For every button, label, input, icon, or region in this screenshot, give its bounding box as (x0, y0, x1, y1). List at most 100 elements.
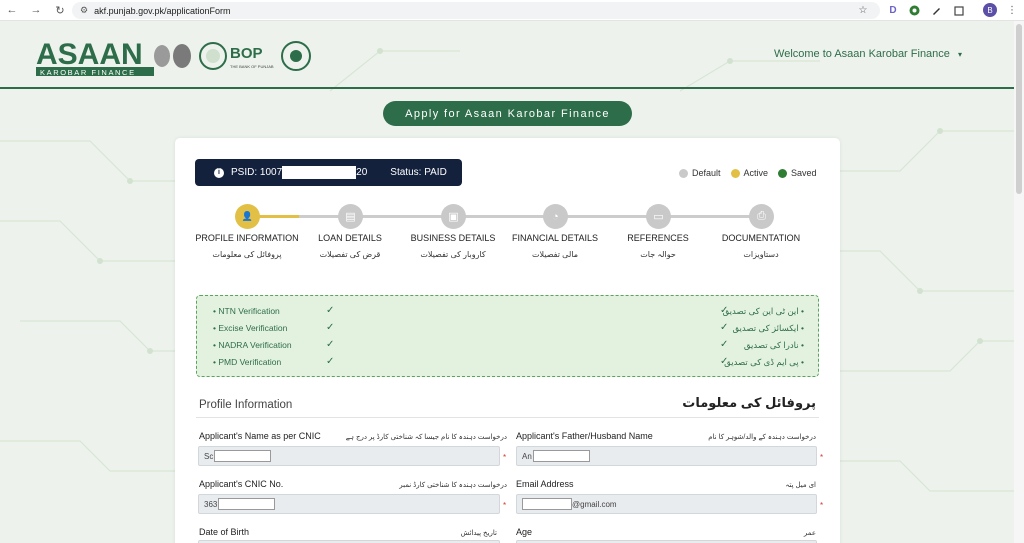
svg-text:BOP: BOP (230, 45, 263, 62)
psid-status-bar: i PSID: 1007 20 Status: PAID (195, 159, 462, 186)
email-input[interactable]: @gmail.com (516, 494, 817, 514)
svg-text:THE BANK OF PUNJAB: THE BANK OF PUNJAB (230, 64, 274, 69)
applicant-name-input[interactable]: Sc (198, 446, 500, 466)
step-documentation-label[interactable]: DOCUMENTATION (722, 233, 800, 243)
father-name-value: An (522, 451, 532, 461)
cnic-label-urdu: درخواست دہندہ کا شناختی کارڈ نمبر (399, 482, 507, 489)
url-text: akf.punjab.gov.pk/applicationForm (94, 5, 231, 16)
address-bar[interactable]: ⚙ akf.punjab.gov.pk/applicationForm (72, 2, 880, 19)
pmd-verification-label: PMD Verification (218, 357, 282, 367)
email-redaction (522, 498, 572, 510)
name-label-urdu: درخواست دہندہ کا نام جیسا کہ شناختی کارڈ… (345, 434, 507, 441)
cnic-label: Applicant's CNIC No. (199, 479, 284, 489)
comment-icon: ▭ (653, 211, 664, 223)
age-label-urdu: عمر (803, 530, 816, 537)
step-references-circle[interactable]: ▭ (646, 204, 671, 229)
status-legend: Default Active Saved (669, 168, 817, 178)
chevron-down-icon: ▾ (957, 50, 962, 59)
application-form-card: i PSID: 1007 20 Status: PAID Default Act… (175, 138, 840, 543)
father-name-label: Applicant's Father/Husband Name (516, 431, 653, 441)
verification-row: • NTN Verification ✓ ✓ • این ٹی این کی ت… (197, 305, 820, 320)
step-profile-circle[interactable]: 👤 (235, 204, 260, 229)
required-marker: * (503, 453, 507, 462)
nadra-verification-urdu: نادرا کی تصدیق (743, 340, 799, 350)
step-references-label[interactable]: REFERENCES (627, 233, 689, 243)
bullet-icon: • (213, 340, 216, 350)
cnic-input[interactable]: 363 (198, 494, 500, 514)
section-title: Profile Information (199, 399, 293, 411)
required-marker: * (820, 501, 824, 510)
svg-text:ASAAN: ASAAN (36, 38, 143, 71)
check-icon: ✓ (326, 322, 335, 333)
legend-default-dot (679, 168, 688, 178)
site-header: ASAAN KAROBAR FINANCE BOP THE BANK OF PU… (0, 21, 1014, 89)
extension-green-icon[interactable] (907, 3, 921, 17)
back-icon[interactable]: ← (4, 4, 20, 16)
step-financial-circle[interactable]: ◔ (543, 204, 568, 229)
check-icon: ✓ (326, 305, 335, 316)
step-financial-urdu: مالی تفصیلات (532, 250, 578, 259)
excise-verification-label: Excise Verification (218, 323, 288, 333)
page-scrollbar[interactable] (1014, 21, 1024, 543)
browser-menu-icon[interactable]: ⋮ (1005, 3, 1019, 17)
section-title-urdu: پروفائل کی معلومات (682, 395, 816, 410)
user-icon: 👤 (241, 211, 254, 221)
step-documentation-circle[interactable]: ⎙ (749, 204, 774, 229)
stepper-track (247, 215, 762, 218)
cnic-redaction (218, 498, 276, 510)
step-profile-label[interactable]: PROFILE INFORMATION (195, 233, 298, 243)
pmd-verification-urdu: پی ایم ڈی کی تصدیق (724, 357, 799, 367)
legend-active-label: Active (743, 168, 769, 178)
welcome-text: Welcome to Asaan Karobar Finance (774, 48, 950, 60)
father-name-input[interactable]: An (516, 446, 817, 466)
step-financial-label[interactable]: FINANCIAL DETAILS (512, 233, 598, 243)
ntn-verification-label: NTN Verification (218, 306, 280, 316)
father-name-label-urdu: درخواست دہندہ کے والد/شوہر کا نام (708, 434, 816, 441)
apply-button[interactable]: Apply for Asaan Karobar Finance (383, 101, 632, 126)
applicant-name-value: Sc (204, 451, 214, 461)
check-icon: ✓ (326, 356, 335, 367)
step-loan-circle[interactable]: ▤ (338, 204, 363, 229)
profile-avatar[interactable]: B (983, 3, 997, 17)
reload-icon[interactable]: ↻ (52, 4, 68, 17)
step-references-urdu: حوالہ جات (640, 250, 676, 259)
name-redaction (214, 450, 272, 462)
check-icon: ✓ (720, 339, 729, 350)
psid-suffix: 20 (356, 167, 368, 178)
bookmark-star-icon[interactable]: ☆ (856, 3, 870, 17)
step-profile-urdu: پروفائل کی معلومات (212, 250, 282, 259)
scrollbar-thumb[interactable] (1016, 24, 1022, 194)
bullet-icon: • (801, 323, 804, 333)
bullet-icon: • (213, 357, 216, 367)
legend-active-dot (730, 168, 740, 178)
verification-row: • PMD Verification ✓ ✓ • پی ایم ڈی کی تص… (197, 356, 820, 371)
email-label-urdu: ای میل پتہ (785, 482, 816, 489)
welcome-user-menu[interactable]: Welcome to Asaan Karobar Finance ▾ (774, 48, 962, 60)
extension-pen-icon[interactable] (929, 3, 943, 17)
forward-icon[interactable]: → (28, 4, 44, 16)
extensions-puzzle-icon[interactable] (952, 3, 966, 17)
bullet-icon: • (213, 323, 216, 333)
site-settings-icon[interactable]: ⚙ (80, 5, 88, 16)
info-icon: i (214, 167, 224, 178)
browser-toolbar: ← → ↻ ⚙ akf.punjab.gov.pk/applicationFor… (0, 0, 1024, 21)
step-business-urdu: کاروبار کی تفصیلات (420, 250, 486, 259)
step-business-circle[interactable]: ▣ (441, 204, 466, 229)
bullet-icon: • (801, 340, 804, 350)
ntn-verification-urdu: این ٹی این کی تصدیق (722, 306, 799, 316)
asaan-karobar-logo[interactable]: ASAAN KAROBAR FINANCE BOP THE BANK OF PU… (36, 34, 321, 78)
step-business-label[interactable]: BUSINESS DETAILS (411, 233, 496, 243)
email-value: @gmail.com (572, 499, 617, 509)
print-icon: ⎙ (757, 210, 766, 222)
step-loan-label[interactable]: LOAN DETAILS (318, 233, 382, 243)
payment-status: Status: PAID (390, 167, 447, 178)
verification-panel: • NTN Verification ✓ ✓ • این ٹی این کی ت… (196, 295, 819, 377)
legend-saved-dot (778, 168, 788, 178)
page: ASAAN KAROBAR FINANCE BOP THE BANK OF PU… (0, 21, 1024, 543)
form-stepper: 👤 PROFILE INFORMATION پروفائل کی معلومات… (175, 204, 840, 264)
required-marker: * (820, 453, 824, 462)
extension-d-icon[interactable]: D (886, 3, 900, 17)
dob-label-urdu: تاریخ پیدائش (460, 530, 497, 537)
check-icon: ✓ (720, 322, 729, 333)
chart-icon: ◔ (552, 210, 559, 223)
